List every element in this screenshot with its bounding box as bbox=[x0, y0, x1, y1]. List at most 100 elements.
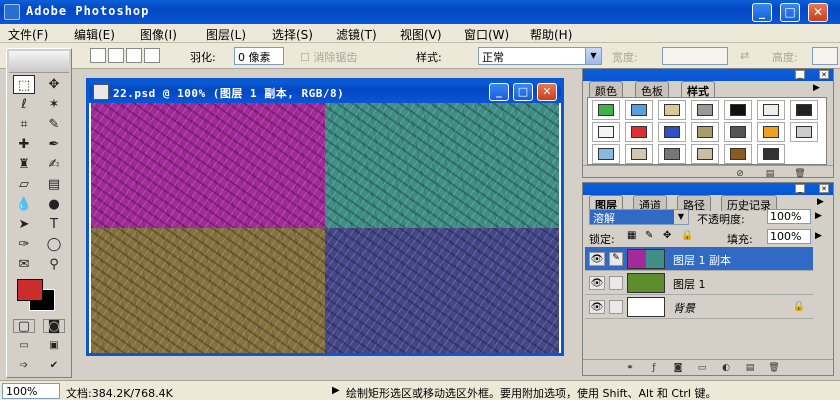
fill-input[interactable]: 100% bbox=[767, 229, 811, 244]
maximize-button[interactable]: □ bbox=[780, 3, 800, 22]
antialias-checkbox[interactable]: ☐ 消除锯齿 bbox=[300, 49, 357, 65]
menu-image[interactable]: 图像(I) bbox=[140, 26, 177, 43]
screen-mode-icon[interactable]: ▭ bbox=[13, 339, 35, 353]
style-swatch[interactable] bbox=[658, 100, 686, 120]
style-swatch[interactable] bbox=[724, 100, 752, 120]
opacity-input[interactable]: 100% bbox=[767, 209, 811, 224]
lock-image-icon[interactable]: ✎ bbox=[645, 230, 653, 241]
style-swatch[interactable] bbox=[691, 100, 719, 120]
style-swatch[interactable] bbox=[592, 144, 620, 164]
layers-panel-minimize-icon[interactable]: _ bbox=[795, 184, 805, 193]
standard-mode-icon[interactable]: ▢ bbox=[13, 319, 35, 334]
menu-select[interactable]: 选择(S) bbox=[272, 26, 313, 43]
menu-edit[interactable]: 编辑(E) bbox=[74, 26, 115, 43]
slice-tool-icon[interactable]: ✎ bbox=[43, 115, 65, 134]
history-brush-tool-icon[interactable]: ✍ bbox=[43, 155, 65, 174]
style-swatch[interactable] bbox=[757, 100, 785, 120]
style-swatch[interactable] bbox=[724, 122, 752, 142]
style-swatch[interactable] bbox=[757, 144, 785, 164]
link-icon[interactable] bbox=[609, 276, 623, 290]
document-size-info[interactable]: 文档:384.2K/768.4K bbox=[66, 385, 173, 400]
brush-tool-icon[interactable]: ✒ bbox=[43, 135, 65, 154]
selection-subtract-icon[interactable] bbox=[126, 48, 142, 63]
doc-close-button[interactable]: ✕ bbox=[537, 83, 557, 101]
eyedropper-tool-icon[interactable]: ⚲ bbox=[43, 255, 65, 274]
lock-transparency-icon[interactable]: ▦ bbox=[627, 230, 636, 241]
marquee-tool-icon[interactable]: ⬚ bbox=[13, 75, 35, 94]
tab-color[interactable]: 颜色 bbox=[589, 81, 623, 98]
blur-tool-icon[interactable]: 💧 bbox=[13, 195, 35, 214]
style-swatch[interactable] bbox=[691, 122, 719, 142]
minimize-button[interactable]: _ bbox=[752, 3, 772, 22]
panel-close-icon[interactable]: ✕ bbox=[819, 70, 829, 79]
menu-layer[interactable]: 图层(L) bbox=[206, 26, 246, 43]
menu-filter[interactable]: 滤镜(T) bbox=[336, 26, 377, 43]
style-swatch[interactable] bbox=[625, 122, 653, 142]
imageready-icon[interactable]: ✔ bbox=[43, 359, 65, 373]
style-swatch[interactable] bbox=[790, 100, 818, 120]
doc-maximize-button[interactable]: □ bbox=[513, 83, 533, 101]
foreground-color-swatch[interactable] bbox=[17, 279, 43, 301]
clone-stamp-tool-icon[interactable]: ♜ bbox=[13, 155, 35, 174]
shape-tool-icon[interactable]: ◯ bbox=[43, 235, 65, 254]
style-swatch[interactable] bbox=[592, 100, 620, 120]
panel-menu-icon[interactable]: ▶ bbox=[813, 83, 820, 93]
jump-to-imageready-icon[interactable]: ➩ bbox=[13, 359, 35, 373]
menu-help[interactable]: 帮助(H) bbox=[530, 26, 572, 43]
status-arrow-icon[interactable]: ▶ bbox=[332, 385, 340, 396]
layer-mask-icon[interactable]: ◙ bbox=[671, 362, 685, 374]
clear-style-icon[interactable]: ⊘ bbox=[733, 168, 747, 180]
crop-tool-icon[interactable]: ⌗ bbox=[13, 115, 35, 134]
selection-intersect-icon[interactable] bbox=[144, 48, 160, 63]
new-layer-icon[interactable]: ▤ bbox=[743, 362, 757, 374]
brush-icon[interactable]: ✎ bbox=[609, 252, 623, 266]
notes-tool-icon[interactable]: ✉ bbox=[13, 255, 35, 274]
link-layers-icon[interactable]: ⚭ bbox=[623, 362, 637, 374]
style-swatch[interactable] bbox=[691, 144, 719, 164]
layer-style-icon[interactable]: ƒ bbox=[647, 362, 661, 374]
style-swatch[interactable] bbox=[790, 122, 818, 142]
height-input[interactable] bbox=[812, 47, 838, 65]
delete-layer-icon[interactable]: 🗑 bbox=[767, 362, 781, 374]
panel-minimize-icon[interactable]: _ bbox=[795, 70, 805, 79]
image-canvas[interactable] bbox=[91, 103, 559, 353]
style-swatch[interactable] bbox=[658, 144, 686, 164]
opacity-slider-icon[interactable]: ▶ bbox=[815, 211, 822, 221]
zoom-input[interactable]: 100% bbox=[2, 383, 60, 399]
menu-window[interactable]: 窗口(W) bbox=[464, 26, 509, 43]
eye-icon[interactable]: 👁 bbox=[589, 300, 605, 314]
tab-styles[interactable]: 样式 bbox=[681, 81, 715, 98]
close-button[interactable]: ✕ bbox=[808, 3, 828, 22]
tab-swatches[interactable]: 色板 bbox=[635, 81, 669, 98]
style-swatch[interactable] bbox=[592, 122, 620, 142]
lock-all-icon[interactable]: 🔒 bbox=[681, 230, 693, 241]
style-swatch[interactable] bbox=[724, 144, 752, 164]
layers-panel-close-icon[interactable]: ✕ bbox=[819, 184, 829, 193]
fill-slider-icon[interactable]: ▶ bbox=[815, 231, 822, 241]
link-icon[interactable] bbox=[609, 300, 623, 314]
style-swatch[interactable] bbox=[757, 122, 785, 142]
full-screen-icon[interactable]: ▣ bbox=[43, 339, 65, 353]
pen-tool-icon[interactable]: ✑ bbox=[13, 235, 35, 254]
healing-brush-tool-icon[interactable]: ✚ bbox=[13, 135, 35, 154]
layer-row[interactable]: 👁 ✎ 图层 1 副本 bbox=[585, 247, 813, 271]
type-tool-icon[interactable]: T bbox=[43, 215, 65, 234]
eye-icon[interactable]: 👁 bbox=[589, 252, 605, 266]
swap-icon[interactable]: ⇄ bbox=[740, 49, 749, 62]
selection-new-icon[interactable] bbox=[90, 48, 106, 63]
style-select[interactable]: 正常 ▼ bbox=[478, 47, 602, 65]
eraser-tool-icon[interactable]: ▱ bbox=[13, 175, 35, 194]
path-selection-tool-icon[interactable]: ➤ bbox=[13, 215, 35, 234]
layers-menu-icon[interactable]: ▶ bbox=[817, 197, 824, 207]
delete-style-icon[interactable]: 🗑 bbox=[793, 168, 807, 180]
new-style-icon[interactable]: ▤ bbox=[763, 168, 777, 180]
selection-add-icon[interactable] bbox=[108, 48, 124, 63]
gradient-tool-icon[interactable]: ▤ bbox=[43, 175, 65, 194]
style-swatch[interactable] bbox=[658, 122, 686, 142]
quick-mask-mode-icon[interactable]: ◙ bbox=[43, 319, 65, 334]
eye-icon[interactable]: 👁 bbox=[589, 276, 605, 290]
style-swatch[interactable] bbox=[625, 144, 653, 164]
menu-view[interactable]: 视图(V) bbox=[400, 26, 442, 43]
move-tool-icon[interactable]: ✥ bbox=[43, 75, 65, 94]
style-swatch[interactable] bbox=[625, 100, 653, 120]
